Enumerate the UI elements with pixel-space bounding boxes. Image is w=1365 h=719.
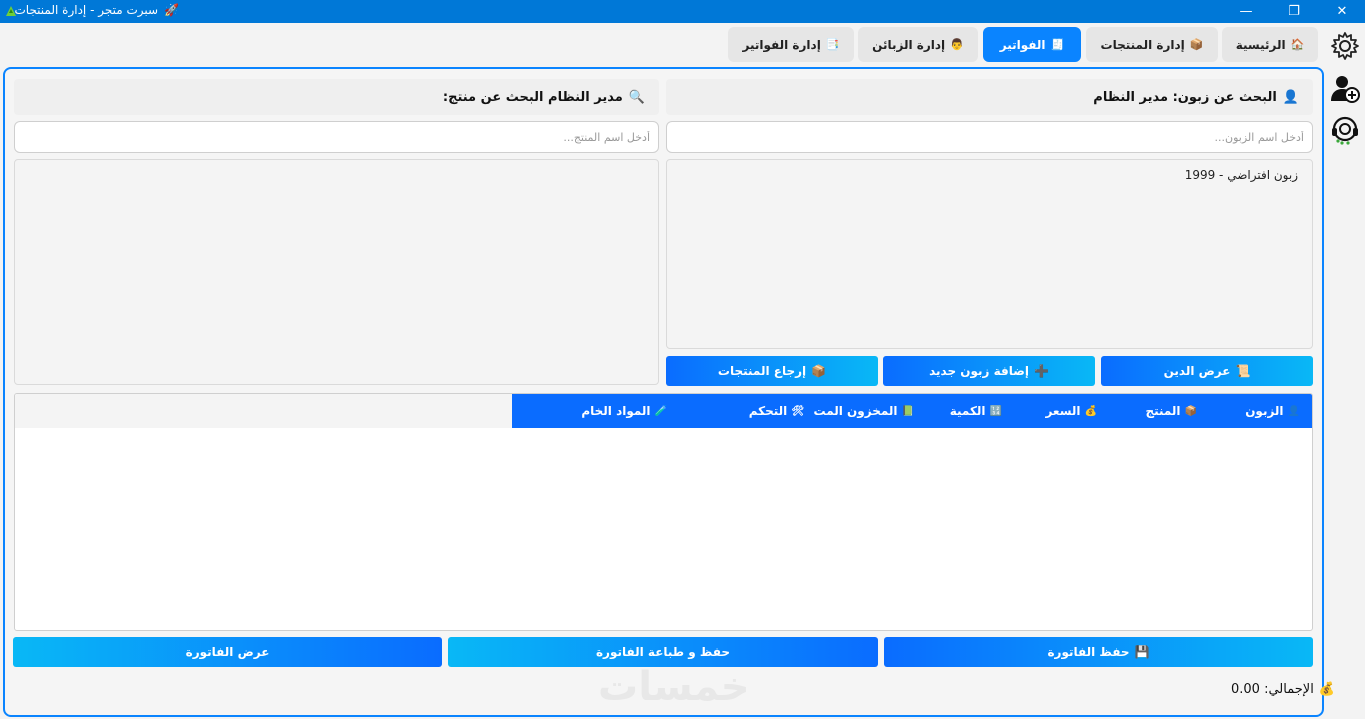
column-product[interactable]: 📦 المنتج: [1145, 394, 1197, 428]
save-invoice-button[interactable]: 💾 حفظ الفاتورة: [884, 637, 1313, 667]
scroll-icon: 📜: [1235, 364, 1251, 378]
return-products-button[interactable]: 📦 إرجاع المنتجات: [666, 356, 878, 386]
return-products-label: إرجاع المنتجات: [717, 364, 807, 378]
table-header: 👤 الزبون 📦 المنتج 💰 السعر 🔢 الكمية 📗 الم…: [512, 394, 1312, 428]
tab-invoice-management-label: إدارة الفواتير: [742, 37, 821, 52]
box-icon: 📦: [811, 364, 827, 378]
gear-icon[interactable]: [1329, 30, 1361, 62]
invoice-total: 💰 الإجمالي: 0.00: [1231, 682, 1335, 697]
floppy-disk-icon: 💾: [1134, 645, 1150, 659]
tab-invoices-label: الفواتير: [999, 37, 1046, 52]
box-icon: 📦: [1184, 405, 1197, 417]
table-header-gap: [15, 394, 514, 428]
save-print-invoice-button[interactable]: حفظ و طباعة الفاتورة: [448, 637, 878, 667]
person-icon: 👨: [950, 38, 964, 51]
book-icon: 📗: [901, 405, 914, 417]
maximize-button[interactable]: ❐: [1271, 0, 1317, 23]
close-button[interactable]: ✕: [1319, 0, 1365, 23]
tab-customers-label: إدارة الزبائن: [872, 37, 946, 52]
rocket-icon: 🚀: [164, 3, 179, 17]
column-customer-label: الزبون: [1245, 404, 1284, 418]
column-quantity[interactable]: 🔢 الكمية: [950, 394, 1002, 428]
column-price[interactable]: 💰 السعر: [1045, 394, 1097, 428]
invoice-total-value: الإجمالي: 0.00: [1231, 682, 1314, 697]
column-product-label: المنتج: [1145, 404, 1181, 418]
support-headset-icon[interactable]: [1329, 114, 1361, 146]
add-user-icon[interactable]: [1329, 73, 1361, 105]
column-price-label: السعر: [1045, 404, 1081, 418]
title-bar: ✕ ❐ — 🚀 سبرت متجر - إدارة المنتجات: [0, 0, 1365, 23]
numbers-icon: 🔢: [989, 405, 1002, 417]
tab-products-label: إدارة المنتجات: [1100, 37, 1185, 52]
save-invoice-label: حفظ الفاتورة: [1047, 645, 1130, 659]
customer-list[interactable]: زبون افتراضي - 1999: [666, 159, 1313, 349]
product-list[interactable]: [14, 159, 659, 385]
column-customer[interactable]: 👤 الزبون: [1245, 394, 1300, 428]
product-search-header: 🔍 مدير النظام البحث عن منتج:: [14, 79, 659, 115]
plus-icon: ➕: [1033, 364, 1049, 378]
tab-products[interactable]: 📦 إدارة المنتجات: [1086, 27, 1218, 62]
view-invoice-label: عرض الفاتورة: [185, 645, 270, 659]
box-icon: 📦: [1189, 38, 1204, 51]
home-icon: 🏠: [1290, 38, 1305, 51]
column-quantity-label: الكمية: [949, 404, 986, 418]
window-title: سبرت متجر - إدارة المنتجات: [14, 3, 159, 17]
save-print-invoice-label: حفظ و طباعة الفاتورة: [595, 645, 731, 659]
tab-home[interactable]: 🏠 الرئيسية: [1222, 27, 1318, 62]
watermark: خمسات: [598, 664, 750, 710]
money-bag-icon: 💰: [1084, 405, 1097, 417]
document-icon: 📑: [825, 38, 840, 51]
product-search-title: مدير النظام البحث عن منتج:: [442, 89, 623, 105]
tab-customers[interactable]: 👨 إدارة الزبائن: [858, 27, 978, 62]
view-debt-label: عرض الدين: [1163, 364, 1231, 378]
view-invoice-button[interactable]: عرض الفاتورة: [13, 637, 442, 667]
tab-invoices[interactable]: 🧾 الفواتير: [983, 27, 1081, 62]
test-tube-icon: 🧪: [654, 405, 667, 417]
tools-icon: 🛠: [791, 405, 804, 417]
column-raw-materials[interactable]: 🧪 المواد الخام: [581, 394, 667, 428]
money-bag-icon: 💰: [1318, 682, 1335, 697]
list-item[interactable]: زبون افتراضي - 1999: [1185, 168, 1298, 182]
user-icon: 👤: [1282, 89, 1299, 105]
customer-search-input[interactable]: [666, 121, 1313, 153]
window-title-wrap: 🚀 سبرت متجر - إدارة المنتجات: [14, 3, 179, 17]
add-customer-button[interactable]: ➕ إضافة زبون جديد: [883, 356, 1095, 386]
column-control[interactable]: 🛠 التحكم: [749, 394, 804, 428]
tab-home-label: الرئيسية: [1235, 37, 1286, 52]
search-icon: 🔍: [628, 89, 645, 105]
column-raw-materials-label: المواد الخام: [581, 404, 651, 418]
view-debt-button[interactable]: 📜 عرض الدين: [1101, 356, 1313, 386]
product-search-input[interactable]: [14, 121, 659, 153]
column-stock[interactable]: 📗 المخزون المت: [814, 394, 914, 428]
column-control-label: التحكم: [748, 404, 788, 418]
customer-search-header: 👤 البحث عن زبون: مدير النظام: [666, 79, 1313, 115]
customer-search-title: البحث عن زبون: مدير النظام: [1093, 89, 1277, 105]
tab-invoice-management[interactable]: 📑 إدارة الفواتير: [728, 27, 854, 62]
minimize-button[interactable]: —: [1223, 0, 1269, 23]
invoice-items-table[interactable]: 👤 الزبون 📦 المنتج 💰 السعر 🔢 الكمية 📗 الم…: [14, 393, 1313, 631]
user-icon: 👤: [1287, 405, 1300, 417]
add-customer-label: إضافة زبون جديد: [929, 364, 1029, 378]
column-stock-label: المخزون المت: [813, 404, 898, 418]
receipt-icon: 🧾: [1050, 38, 1065, 51]
